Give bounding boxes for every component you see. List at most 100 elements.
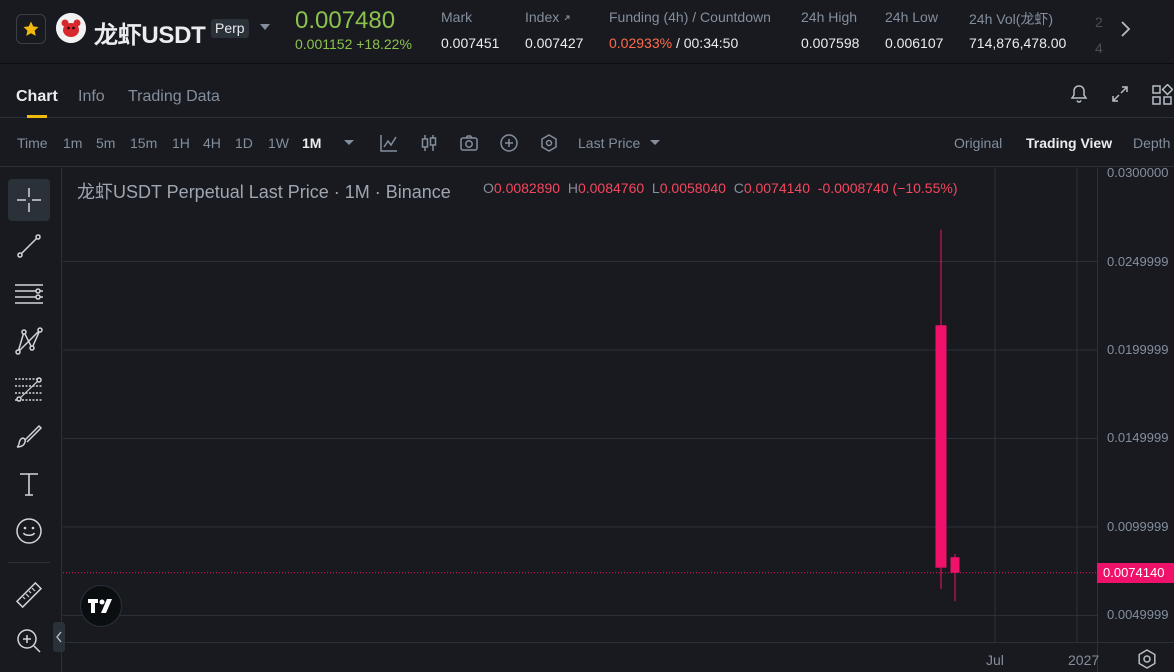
funding-rate: 0.02933%: [609, 35, 673, 51]
timeframe-dropdown-icon[interactable]: [343, 139, 355, 147]
camera-icon[interactable]: [459, 133, 479, 153]
timeframe-1month[interactable]: 1M: [302, 135, 321, 151]
grid-layout-icon[interactable]: [1151, 84, 1173, 106]
fib-tool[interactable]: [8, 368, 50, 410]
timeframe-1m[interactable]: 1m: [63, 135, 82, 151]
ohlc-low: 0.0058040: [659, 180, 726, 196]
crosshair-icon: [17, 188, 41, 212]
star-icon: [23, 21, 39, 36]
text-tool[interactable]: [8, 463, 50, 505]
horizontal-lines-tool[interactable]: [8, 273, 50, 315]
timeframe-1w[interactable]: 1W: [268, 135, 289, 151]
stat-label: Index: [525, 9, 560, 25]
ticker-bar: 龙虾USDT Perp 0.007480 0.001152 +18.22% Ma…: [0, 0, 1174, 64]
price-tick-label: 0.0099999: [1107, 518, 1169, 534]
timeframe-1d[interactable]: 1D: [235, 135, 253, 151]
tradingview-logo-icon: [88, 599, 112, 613]
brush-tool[interactable]: [8, 415, 50, 457]
index-price-stat[interactable]: Index 0.007427: [525, 9, 583, 51]
zoom-in-tool[interactable]: [8, 620, 50, 662]
tab-chart[interactable]: Chart: [16, 88, 58, 106]
mark-price-stat: Mark 0.007451: [441, 9, 499, 51]
price-tick-label: 0.0149999: [1107, 430, 1169, 446]
volume-24h-stat: 24h Vol(龙虾) 714,876,478.00: [969, 9, 1066, 51]
pattern-tool[interactable]: [8, 320, 50, 362]
trend-line-icon: [17, 234, 41, 258]
symbol-name[interactable]: 龙虾USDT: [94, 15, 206, 50]
pattern-icon: [15, 327, 43, 355]
price-type-dropdown-icon[interactable]: [649, 139, 661, 147]
stat-value: 0.007451: [441, 35, 500, 51]
panel-tabs: Chart Info Trading Data: [0, 70, 1174, 118]
last-price-tag: 0.0074140: [1097, 562, 1174, 583]
timeframe-1h[interactable]: 1H: [172, 135, 190, 151]
price-tick-label: 0.0199999: [1107, 342, 1169, 357]
candle-body: [935, 325, 947, 568]
chart-canvas[interactable]: [63, 168, 1174, 672]
ruler-tool[interactable]: [8, 574, 50, 616]
candle-body: [950, 557, 960, 573]
timeframe-5m[interactable]: 5m: [96, 135, 115, 151]
timeframe-4h[interactable]: 4H: [203, 135, 221, 151]
chevron-right-icon[interactable]: [1118, 20, 1132, 38]
time-tick-label: 2027: [1068, 652, 1100, 668]
drawing-toolbar: [0, 168, 65, 672]
view-depth[interactable]: Depth: [1133, 135, 1170, 151]
trend-line-tool[interactable]: [8, 225, 50, 267]
favorite-button[interactable]: [16, 14, 46, 44]
clipped-stat: 2 4: [1095, 14, 1103, 56]
price-type-select[interactable]: Last Price: [578, 135, 640, 151]
stat-value: 0.006107: [885, 35, 944, 51]
perp-badge: Perp: [211, 19, 249, 38]
stat-value: 0.007427: [525, 35, 584, 51]
price-tick-label: 0.0300000: [1107, 165, 1169, 181]
zoom-in-icon: [17, 629, 41, 653]
indicators-icon[interactable]: [379, 133, 399, 153]
stat-value: 714,876,478.00: [969, 35, 1067, 51]
ohlc-high: 0.0084760: [577, 180, 645, 196]
chart-legend: 龙虾USDT Perpetual Last Price · 1M · Binan…: [77, 182, 451, 202]
stat-label: 24h Low: [885, 9, 938, 25]
high-24h-stat: 24h High 0.007598: [801, 9, 859, 51]
crosshair-tool[interactable]: [8, 179, 50, 221]
tools-divider: [8, 562, 50, 563]
chart-settings-icon[interactable]: [1137, 649, 1157, 669]
price-change: 0.001152 +18.22%: [295, 36, 412, 52]
stat-value: 0.007598: [801, 35, 860, 51]
tab-info[interactable]: Info: [78, 88, 105, 106]
ohlc-readout: O0.0082890 H0.0084760 L0.0058040 C0.0074…: [483, 180, 958, 196]
symbol-dropdown-icon[interactable]: [259, 22, 271, 32]
tradingview-logo[interactable]: [80, 585, 122, 627]
horizontal-lines-icon: [15, 284, 43, 304]
last-price: 0.007480: [295, 7, 396, 34]
candle-style-icon[interactable]: [419, 133, 439, 153]
ohlc-change: -0.0008740 (−10.55%): [817, 180, 958, 196]
brush-icon: [16, 424, 43, 448]
funding-stat: Funding (4h) / Countdown 0.02933% / 00:3…: [609, 9, 771, 51]
stat-label: Funding (4h) / Countdown: [609, 9, 771, 25]
fib-icon: [15, 377, 43, 402]
low-24h-stat: 24h Low 0.006107: [885, 9, 943, 51]
bell-icon[interactable]: [1070, 84, 1088, 104]
view-trading-view[interactable]: Trading View: [1026, 135, 1112, 151]
tab-trading-data[interactable]: Trading Data: [128, 88, 220, 106]
ruler-icon: [15, 581, 43, 609]
timeframe-15m[interactable]: 15m: [130, 135, 157, 151]
chart-toolbar: Time 1m 5m 15m 1H 4H 1D 1W 1M Last Price…: [0, 119, 1174, 167]
settings-hex-icon[interactable]: [539, 133, 559, 153]
funding-countdown: / 00:34:50: [675, 35, 739, 51]
stat-label: 24h Vol(龙虾): [969, 11, 1054, 27]
price-tick-label: 0.0049999: [1107, 607, 1169, 623]
external-link-icon: [564, 15, 570, 21]
active-tab-indicator: [27, 115, 47, 118]
lobster-logo-icon: [56, 13, 86, 43]
time-label[interactable]: Time: [17, 135, 48, 151]
add-compare-icon[interactable]: [499, 133, 519, 153]
price-chart[interactable]: 龙虾USDT Perpetual Last Price · 1M · Binan…: [63, 165, 1174, 672]
text-icon: [20, 473, 38, 496]
emoji-icon: [16, 518, 42, 544]
view-original[interactable]: Original: [954, 135, 1002, 151]
emoji-tool[interactable]: [8, 510, 50, 552]
stat-label: 24h High: [801, 9, 858, 25]
expand-icon[interactable]: [1110, 84, 1130, 104]
